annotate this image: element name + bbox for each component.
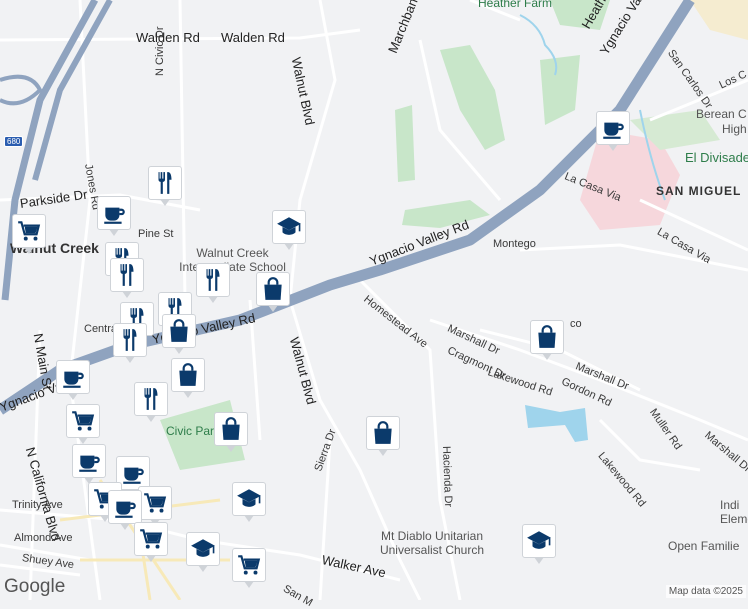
place-label-high: High	[722, 122, 747, 136]
graduation-cap-icon	[272, 210, 306, 244]
street-label-n-civic-dr: N Civic Dr	[154, 26, 166, 77]
shopping-marker[interactable]	[366, 416, 400, 458]
highway-shield-680: 680	[4, 136, 24, 147]
restaurant-marker[interactable]	[148, 166, 182, 208]
shopping-bag-icon	[530, 320, 564, 354]
street-label-montego: Montego	[493, 238, 536, 250]
shopping-marker[interactable]	[256, 272, 290, 314]
coffee-cup-icon	[108, 490, 142, 524]
school-marker[interactable]	[232, 482, 266, 524]
shopping-bag-icon	[366, 416, 400, 450]
restaurant-marker[interactable]	[196, 263, 230, 305]
marker-pointer	[125, 356, 135, 363]
place-label-civic-park: Civic Park	[166, 424, 221, 438]
fork-knife-icon	[113, 323, 147, 357]
school-marker[interactable]	[522, 524, 556, 566]
restaurant-marker[interactable]	[110, 258, 144, 300]
place-label-berean: Berean C	[696, 107, 747, 121]
coffee-cup-icon	[97, 196, 131, 230]
marker-pointer	[608, 144, 618, 151]
marker-pointer	[24, 247, 34, 254]
marker-pointer	[284, 243, 294, 250]
park-area	[395, 105, 415, 182]
marker-pointer	[120, 523, 130, 530]
marker-pointer	[146, 555, 156, 562]
grocery-marker[interactable]	[66, 404, 100, 446]
marker-pointer	[208, 296, 218, 303]
place-label-open-families: Open Familie	[668, 539, 740, 553]
marker-pointer	[268, 305, 278, 312]
grocery-marker[interactable]	[134, 522, 168, 564]
marker-pointer	[109, 229, 119, 236]
marker-pointer	[244, 581, 254, 588]
street-label-almond-ave: Almond Ave	[14, 532, 73, 544]
fork-knife-icon	[148, 166, 182, 200]
marker-pointer	[160, 199, 170, 206]
restaurant-marker[interactable]	[113, 323, 147, 365]
shopping-cart-icon	[66, 404, 100, 438]
shopping-bag-icon	[171, 358, 205, 392]
street-label-walden-rd-a: Walden Rd	[136, 30, 200, 45]
shopping-marker[interactable]	[530, 320, 564, 362]
marker-pointer	[534, 557, 544, 564]
restaurant-marker[interactable]	[134, 382, 168, 424]
fork-knife-icon	[110, 258, 144, 292]
marker-pointer	[146, 415, 156, 422]
shopping-cart-icon	[134, 522, 168, 556]
street-label-hacienda-dr: Hacienda Dr	[440, 445, 455, 508]
marker-pointer	[122, 291, 132, 298]
marker-pointer	[542, 353, 552, 360]
marker-pointer	[68, 393, 78, 400]
fork-knife-icon	[196, 263, 230, 297]
cafe-marker[interactable]	[596, 111, 630, 153]
shopping-cart-icon	[232, 548, 266, 582]
fork-knife-icon	[134, 382, 168, 416]
shopping-bag-icon	[214, 412, 248, 446]
shopping-cart-icon	[12, 214, 46, 248]
street-label-co-fragment: co	[570, 318, 582, 330]
coffee-cup-icon	[56, 360, 90, 394]
shopping-cart-icon	[138, 486, 172, 520]
graduation-cap-icon	[522, 524, 556, 558]
map-attribution[interactable]: Map data ©2025	[665, 585, 746, 598]
district-label-san-miguel: SAN MIGUEL	[656, 184, 742, 198]
cafe-marker[interactable]	[97, 196, 131, 238]
street-label-trinity-ave: Trinity Ave	[12, 499, 63, 511]
marker-pointer	[244, 515, 254, 522]
grocery-marker[interactable]	[12, 214, 46, 256]
street-label-walden-rd-b: Walden Rd	[221, 30, 285, 45]
shopping-marker[interactable]	[214, 412, 248, 454]
graduation-cap-icon	[232, 482, 266, 516]
grocery-marker[interactable]	[232, 548, 266, 590]
cafe-marker[interactable]	[56, 360, 90, 402]
cafe-marker[interactable]	[72, 444, 106, 486]
marker-pointer	[198, 565, 208, 572]
marker-pointer	[174, 347, 184, 354]
shopping-marker[interactable]	[162, 314, 196, 356]
street-label-pine-st: Pine St	[138, 228, 174, 240]
shopping-bag-icon	[162, 314, 196, 348]
school-marker[interactable]	[272, 210, 306, 252]
marker-pointer	[378, 449, 388, 456]
place-label-unitarian-church: Mt Diablo Unitarian Universalist Church	[379, 529, 485, 557]
school-marker[interactable]	[186, 532, 220, 574]
google-logo: Google	[4, 576, 66, 597]
place-label-el-divisadero: El Divisadero	[685, 150, 748, 165]
place-label-indi-elementa: Indi Elementa	[720, 498, 748, 526]
marker-pointer	[226, 445, 236, 452]
coffee-cup-icon	[72, 444, 106, 478]
marker-pointer	[183, 391, 193, 398]
marker-pointer	[78, 437, 88, 444]
place-label-heather-farm: Heather Farm	[478, 0, 553, 10]
shopping-marker[interactable]	[171, 358, 205, 400]
coffee-cup-icon	[596, 111, 630, 145]
graduation-cap-icon	[186, 532, 220, 566]
shopping-bag-icon	[256, 272, 290, 306]
